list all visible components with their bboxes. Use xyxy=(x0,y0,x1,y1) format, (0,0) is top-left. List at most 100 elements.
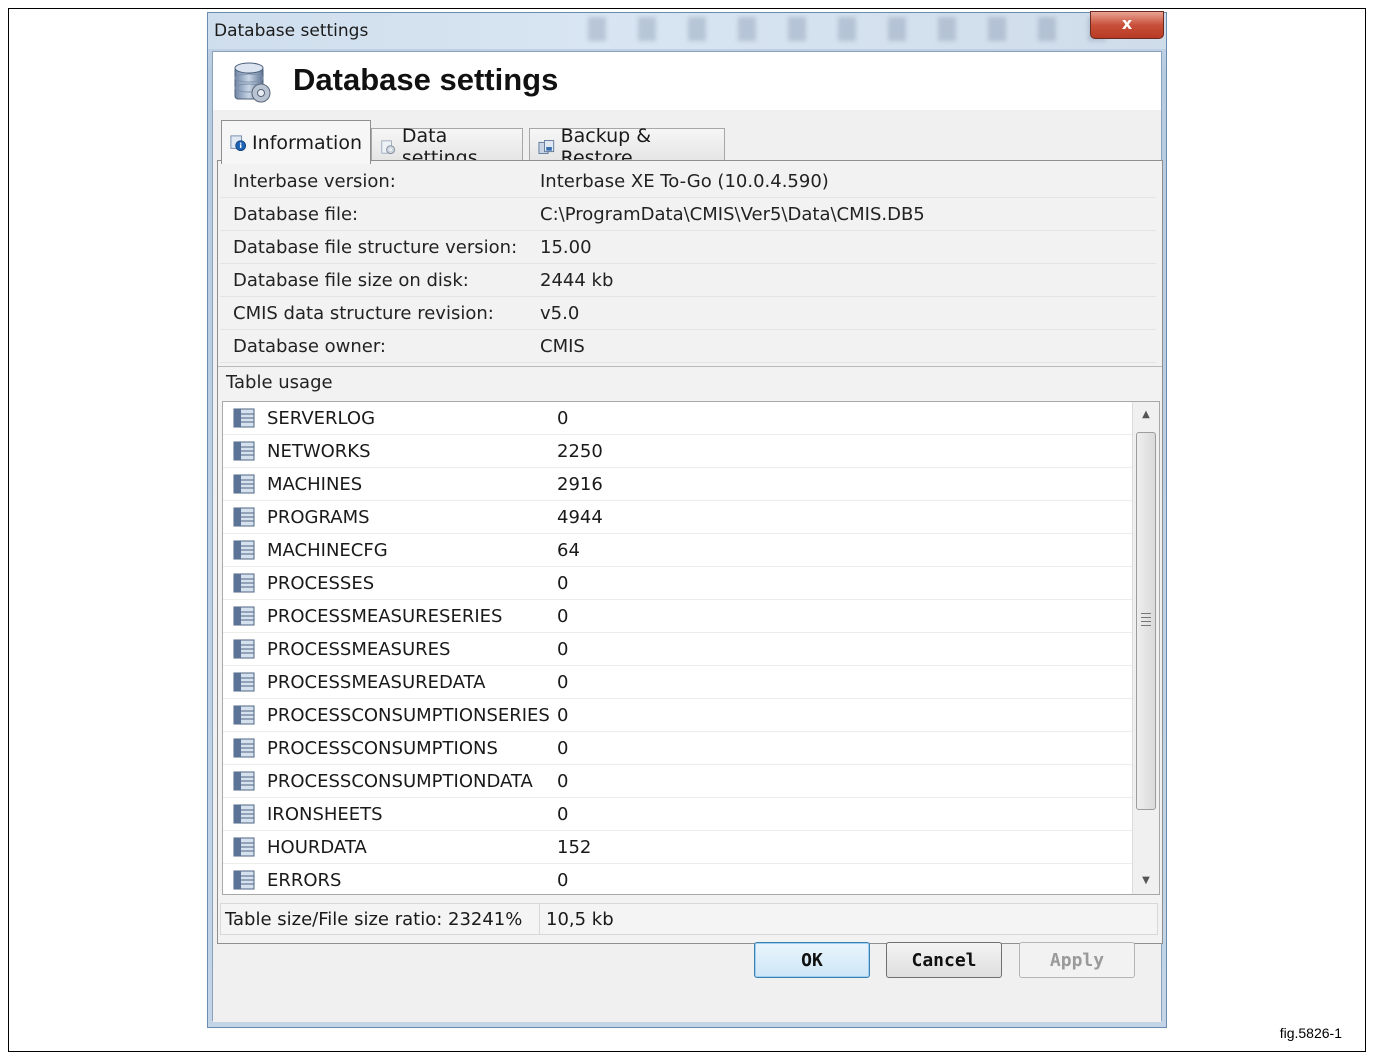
close-icon: x xyxy=(1121,14,1133,33)
table-row[interactable]: PROCESSCONSUMPTIONSERIES 0 xyxy=(223,699,1159,732)
info-key: Interbase version: xyxy=(233,170,396,192)
info-value: 2444 kb xyxy=(540,269,614,291)
table-count: 2250 xyxy=(557,440,603,462)
table-row[interactable]: IRONSHEETS 0 xyxy=(223,798,1159,831)
backup-icon xyxy=(538,139,555,154)
scroll-up-arrow-icon[interactable]: ▲ xyxy=(1133,402,1159,428)
table-name-cell: SERVERLOG xyxy=(223,408,541,429)
table-row[interactable]: HOURDATA 152 xyxy=(223,831,1159,864)
table-row[interactable]: PROCESSES 0 xyxy=(223,567,1159,600)
table-row[interactable]: SERVERLOG 0 xyxy=(223,402,1159,435)
table-row[interactable]: PROCESSCONSUMPTIONS 0 xyxy=(223,732,1159,765)
table-name: PROGRAMS xyxy=(267,506,370,528)
info-icon xyxy=(230,134,247,151)
table-count: 0 xyxy=(557,737,569,759)
table-usage-label: Table usage xyxy=(226,372,333,393)
table-name: PROCESSES xyxy=(267,572,375,594)
table-count: 0 xyxy=(557,407,569,429)
database-settings-window: Database settings x Database settings In… xyxy=(207,11,1167,1028)
ok-button[interactable]: OK xyxy=(754,942,870,978)
table-icon xyxy=(233,804,255,824)
table-name: MACHINECFG xyxy=(267,539,388,561)
tab-data-settings[interactable]: Data settings xyxy=(371,125,523,169)
table-name-cell: MACHINECFG xyxy=(223,540,541,561)
tab-information[interactable]: Information xyxy=(221,120,371,164)
info-value: Interbase XE To-Go (10.0.4.590) xyxy=(540,170,829,192)
table-name-cell: MACHINES xyxy=(223,474,541,495)
ratio-value: 10,5 kb xyxy=(540,903,1158,935)
table-name-cell: PROCESSES xyxy=(223,573,541,594)
table-name: NETWORKS xyxy=(267,440,371,462)
table-row[interactable]: MACHINES 2916 xyxy=(223,468,1159,501)
table-name-cell: PROCESSMEASURESERIES xyxy=(223,606,541,627)
table-row[interactable]: PROCESSMEASURES 0 xyxy=(223,633,1159,666)
table-name-cell: PROGRAMS xyxy=(223,507,541,528)
info-row: Database file size on disk: 2444 kb xyxy=(220,264,1156,297)
table-name: PROCESSMEASURESERIES xyxy=(267,605,503,627)
scroll-down-arrow-icon[interactable]: ▼ xyxy=(1133,868,1159,894)
title-bar-background xyxy=(588,17,1108,41)
table-row[interactable]: PROCESSMEASURESERIES 0 xyxy=(223,600,1159,633)
table-name-cell: ERRORS xyxy=(223,870,541,891)
table-name: PROCESSCONSUMPTIONDATA xyxy=(267,770,533,792)
ratio-label: Table size/File size ratio: 23241% xyxy=(220,903,540,935)
table-row[interactable]: NETWORKS 2250 xyxy=(223,435,1159,468)
table-name: PROCESSMEASURES xyxy=(267,638,451,660)
window-title: Database settings xyxy=(214,21,369,41)
table-count: 64 xyxy=(557,539,580,561)
table-name: PROCESSCONSUMPTIONSERIES xyxy=(267,704,550,726)
info-row: Database owner: CMIS xyxy=(220,330,1156,363)
data-settings-icon xyxy=(381,139,395,154)
table-name: PROCESSMEASUREDATA xyxy=(267,671,486,693)
page-title: Database settings xyxy=(293,62,559,97)
tab-strip: Information Data settings Backup & Resto… xyxy=(213,110,1161,169)
table-name-cell: PROCESSCONSUMPTIONDATA xyxy=(223,771,541,792)
table-count: 0 xyxy=(557,605,569,627)
apply-button[interactable]: Apply xyxy=(1019,942,1135,978)
table-name-cell: PROCESSMEASURES xyxy=(223,639,541,660)
table-count: 0 xyxy=(557,869,569,891)
close-button[interactable]: x xyxy=(1090,11,1164,39)
table-size-ratio-row: Table size/File size ratio: 23241% 10,5 … xyxy=(220,903,1158,935)
table-row[interactable]: ERRORS 0 xyxy=(223,864,1159,894)
table-name: PROCESSCONSUMPTIONS xyxy=(267,737,498,759)
table-icon xyxy=(233,639,255,659)
table-name: ERRORS xyxy=(267,869,342,891)
table-icon xyxy=(233,507,255,527)
table-count: 0 xyxy=(557,803,569,825)
figure-label: fig.5826-1 xyxy=(1279,1025,1342,1041)
vertical-scrollbar[interactable]: ▲ ▼ xyxy=(1132,402,1159,894)
table-name: MACHINES xyxy=(267,473,363,495)
table-row[interactable]: MACHINECFG 64 xyxy=(223,534,1159,567)
info-row: Database file: C:\ProgramData\CMIS\Ver5\… xyxy=(220,198,1156,231)
info-value: CMIS xyxy=(540,335,585,357)
database-gear-icon xyxy=(234,62,271,103)
table-icon xyxy=(233,474,255,494)
table-icon xyxy=(233,870,255,890)
table-row[interactable]: PROCESSCONSUMPTIONDATA 0 xyxy=(223,765,1159,798)
table-name: HOURDATA xyxy=(267,836,367,858)
title-bar[interactable]: Database settings x xyxy=(208,11,1166,49)
cancel-button[interactable]: Cancel xyxy=(886,942,1002,978)
table-name-cell: HOURDATA xyxy=(223,837,541,858)
tab-backup-restore[interactable]: Backup & Restore xyxy=(529,125,725,169)
table-count: 0 xyxy=(557,572,569,594)
table-icon xyxy=(233,705,255,725)
table-row[interactable]: PROCESSMEASUREDATA 0 xyxy=(223,666,1159,699)
table-name-cell: NETWORKS xyxy=(223,441,541,462)
info-key: Database file size on disk: xyxy=(233,269,469,291)
table-usage-rows: SERVERLOG 0 NETWORKS 2250 MACHINES 2916 PROGRA… xyxy=(223,402,1159,894)
table-usage-list[interactable]: SERVERLOG 0 NETWORKS 2250 MACHINES 2916 PROGRA… xyxy=(222,401,1160,895)
dialog-body: Database settings Information Data setti… xyxy=(212,51,1163,1022)
info-row: CMIS data structure revision: v5.0 xyxy=(220,297,1156,330)
table-name: SERVERLOG xyxy=(267,407,376,429)
table-icon xyxy=(233,573,255,593)
scrollbar-thumb[interactable] xyxy=(1136,432,1156,810)
table-icon xyxy=(233,408,255,428)
table-icon xyxy=(233,540,255,560)
table-row[interactable]: PROGRAMS 4944 xyxy=(223,501,1159,534)
table-icon xyxy=(233,738,255,758)
dialog-header: Database settings xyxy=(213,52,1161,111)
table-icon xyxy=(233,672,255,692)
info-value: 15.00 xyxy=(540,236,592,258)
